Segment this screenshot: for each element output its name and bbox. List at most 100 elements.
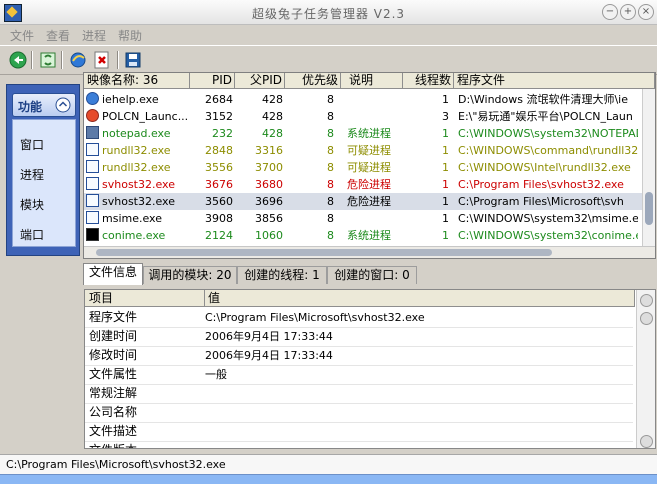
tab-created-threads[interactable]: 创建的线程: 1 xyxy=(237,266,327,284)
column-header-pid[interactable]: PID xyxy=(190,73,235,89)
details-row: 文件属性 一般 xyxy=(85,365,633,385)
process-threads: 1 xyxy=(442,229,449,242)
process-priority: 8 xyxy=(327,144,334,157)
process-row[interactable]: svhost32.exe 3676 3680 8 危险进程 1 C:\Progr… xyxy=(84,176,655,193)
menu-help[interactable]: 帮助 xyxy=(118,27,142,44)
process-threads: 1 xyxy=(442,178,449,191)
process-priority: 8 xyxy=(327,93,334,106)
process-file: C:\WINDOWS\system32\NOTEPAD.EX xyxy=(458,127,638,140)
process-row[interactable]: POLCN_Launc... 3152 428 8 3 E:\"易玩通"娱乐平台… xyxy=(84,108,655,125)
vertical-scroll-thumb[interactable] xyxy=(645,192,653,225)
ie-icon[interactable] xyxy=(69,51,87,69)
process-pid: 3908 xyxy=(205,212,233,225)
close-icon[interactable]: × xyxy=(638,4,654,20)
column-header-parent-pid[interactable]: 父PID xyxy=(235,73,285,89)
process-row[interactable]: conime.exe 2124 1060 8 系统进程 1 C:\WINDOWS… xyxy=(84,227,655,244)
scroll-up-icon[interactable] xyxy=(640,294,653,307)
tab-file-info[interactable]: 文件信息 xyxy=(83,263,143,285)
details-value: C:\Program Files\Microsoft\svhost32.exe xyxy=(205,311,425,324)
process-description: 系统进程 xyxy=(347,127,391,140)
process-list-vertical-scrollbar[interactable] xyxy=(642,89,655,246)
chevron-up-icon[interactable] xyxy=(55,97,71,113)
process-priority: 8 xyxy=(327,229,334,242)
details-value: 一般 xyxy=(205,368,227,381)
process-name: rundll32.exe xyxy=(102,161,171,174)
polcn-icon xyxy=(86,109,99,122)
process-row[interactable]: rundll32.exe 2848 3316 8 可疑进程 1 C:\WINDO… xyxy=(84,142,655,159)
process-list: 映像名称: 36 PID 父PID 优先级 说明 线程数 程序文件 iehelp… xyxy=(83,72,656,259)
details-row: 公司名称 xyxy=(85,403,633,423)
menu-process[interactable]: 进程 xyxy=(82,27,106,44)
process-name: notepad.exe xyxy=(102,127,171,140)
details-header-item[interactable]: 项目 xyxy=(85,290,205,307)
status-bar: C:\Program Files\Microsoft\svhost32.exe xyxy=(0,454,657,475)
details-key: 文件描述 xyxy=(89,424,138,438)
details-row: 文件版本 xyxy=(85,441,633,448)
sidebar-item-modules[interactable]: 模块 xyxy=(20,196,44,213)
menu-file[interactable]: 文件 xyxy=(10,27,34,44)
process-row[interactable]: notepad.exe 232 428 8 系统进程 1 C:\WINDOWS\… xyxy=(84,125,655,142)
column-header-image-name[interactable]: 映像名称: 36 xyxy=(84,73,190,89)
scroll-down-icon[interactable] xyxy=(640,312,653,325)
tab-called-modules[interactable]: 调用的模块: 20 xyxy=(143,266,237,284)
menu-view[interactable]: 查看 xyxy=(46,27,70,44)
title-bar: 超级兔子任务管理器 V2.3 − + × xyxy=(0,0,657,25)
toolbar-separator xyxy=(117,51,118,69)
scroll-down-icon[interactable] xyxy=(640,435,653,448)
process-parent-pid: 428 xyxy=(262,127,283,140)
save-icon[interactable] xyxy=(124,51,142,69)
iehelp-icon xyxy=(86,92,99,105)
process-threads: 1 xyxy=(442,93,449,106)
sidebar-item-processes[interactable]: 进程 xyxy=(20,166,44,183)
process-row[interactable]: iehelp.exe 2684 428 8 1 D:\Windows 流氓软件清… xyxy=(84,91,655,108)
process-name: POLCN_Launc... xyxy=(102,110,188,123)
process-parent-pid: 3700 xyxy=(255,161,283,174)
tab-created-windows[interactable]: 创建的窗口: 0 xyxy=(327,266,417,284)
svhost32-icon xyxy=(86,177,99,190)
notepad-icon xyxy=(86,126,99,139)
column-header-threads[interactable]: 线程数 xyxy=(403,73,454,89)
process-threads: 1 xyxy=(442,161,449,174)
sidebar-header[interactable]: 功能 xyxy=(12,93,76,117)
column-header-description[interactable]: 说明 xyxy=(341,73,403,89)
process-priority: 8 xyxy=(327,212,334,225)
process-parent-pid: 3696 xyxy=(255,195,283,208)
msime-icon xyxy=(86,211,99,224)
window-title: 超级兔子任务管理器 V2.3 xyxy=(251,7,406,21)
process-threads: 1 xyxy=(442,144,449,157)
process-row-selected[interactable]: svhost32.exe 3560 3696 8 危险进程 1 C:\Progr… xyxy=(84,193,655,210)
svhost32-icon xyxy=(86,194,99,207)
details-key: 创建时间 xyxy=(89,329,138,343)
process-priority: 8 xyxy=(327,110,334,123)
process-file: C:\Program Files\Microsoft\svh xyxy=(458,195,624,208)
details-value: 2006年9月4日 17:33:44 xyxy=(205,349,333,362)
toolbar xyxy=(0,45,657,75)
process-description: 可疑进程 xyxy=(347,161,391,174)
process-parent-pid: 3680 xyxy=(255,178,283,191)
process-parent-pid: 3856 xyxy=(255,212,283,225)
terminate-icon[interactable] xyxy=(93,51,111,69)
process-row[interactable]: rundll32.exe 3556 3700 8 可疑进程 1 C:\WINDO… xyxy=(84,159,655,176)
details-header-value[interactable]: 值 xyxy=(205,290,635,307)
process-parent-pid: 3316 xyxy=(255,144,283,157)
maximize-icon[interactable]: + xyxy=(620,4,636,20)
refresh-icon[interactable] xyxy=(9,51,27,69)
conime-icon xyxy=(86,228,99,241)
details-row: 修改时间 2006年9月4日 17:33:44 xyxy=(85,346,633,366)
reload-icon[interactable] xyxy=(39,51,57,69)
process-file: C:\Program Files\svhost32.exe xyxy=(458,178,624,191)
process-row[interactable]: msime.exe 3908 3856 8 1 C:\WINDOWS\syste… xyxy=(84,210,655,227)
column-header-priority[interactable]: 优先级 xyxy=(285,73,341,89)
process-parent-pid: 428 xyxy=(262,110,283,123)
sidebar-item-ports[interactable]: 端口 xyxy=(20,226,44,243)
horizontal-scroll-thumb[interactable] xyxy=(96,249,552,256)
minimize-icon[interactable]: − xyxy=(602,4,618,20)
sidebar-title: 功能 xyxy=(18,100,43,114)
column-header-file[interactable]: 程序文件 xyxy=(454,73,655,89)
process-list-horizontal-scrollbar[interactable] xyxy=(84,246,655,258)
process-threads: 1 xyxy=(442,127,449,140)
process-threads: 1 xyxy=(442,195,449,208)
details-vertical-scrollbar[interactable] xyxy=(636,290,655,448)
file-info-panel: 项目 值 程序文件 C:\Program Files\Microsoft\svh… xyxy=(84,289,656,449)
sidebar-item-windows[interactable]: 窗口 xyxy=(20,136,44,153)
